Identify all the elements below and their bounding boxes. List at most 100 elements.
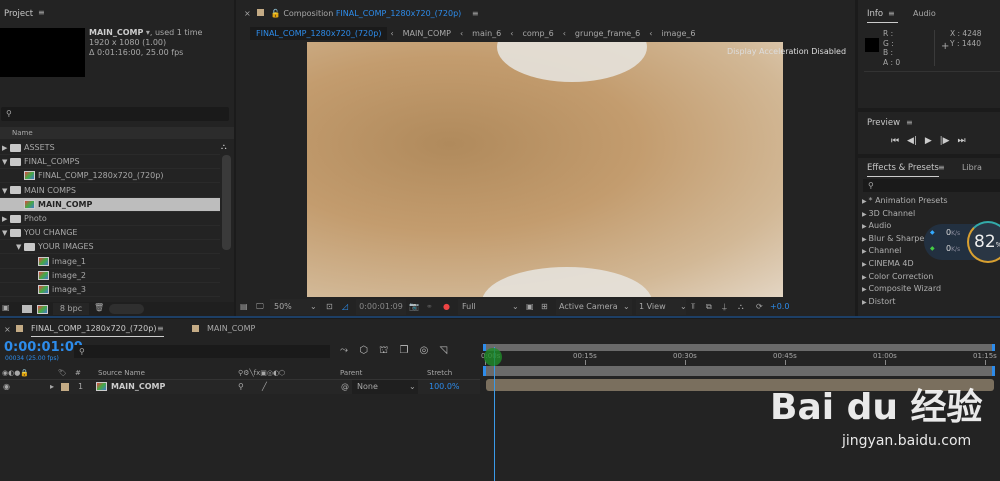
quality-switch[interactable]: ╱ bbox=[262, 380, 267, 394]
effect-category[interactable]: ▶ Blur & Sharpen bbox=[862, 233, 929, 246]
layer-row[interactable]: ◉ ▸ 1 MAIN_COMP ⚲ ╱ @ None ⌄ 100.0% bbox=[0, 380, 480, 394]
flowchart-icon[interactable]: ⛬ bbox=[738, 299, 744, 315]
pickwhip-icon[interactable]: @ bbox=[341, 380, 349, 394]
camera-select[interactable]: Active Camera bbox=[556, 299, 632, 315]
shy-icon[interactable]: ⛫ bbox=[379, 345, 388, 356]
item-label: image_1 bbox=[52, 256, 87, 266]
motion-blur-icon[interactable]: ◎ bbox=[420, 345, 429, 356]
playhead[interactable] bbox=[494, 347, 495, 481]
project-item[interactable]: ▼ MAIN COMPS bbox=[0, 184, 220, 198]
region-icon[interactable]: ⊡ bbox=[326, 299, 333, 315]
project-item[interactable]: image_3 bbox=[0, 283, 220, 297]
channel-icon[interactable]: ● bbox=[443, 299, 450, 315]
effect-category[interactable]: ▶ 3D Channel bbox=[862, 208, 915, 221]
tab-audio[interactable]: Audio bbox=[913, 9, 936, 18]
reset-exposure-icon[interactable]: ⟳ bbox=[756, 299, 763, 315]
tab-main-comp[interactable]: MAIN_COMP bbox=[207, 324, 255, 333]
collapse-switch[interactable]: ⚲ bbox=[238, 380, 244, 394]
effect-category[interactable]: ▶ Channel bbox=[862, 245, 901, 258]
breadcrumb-item[interactable]: main_6 bbox=[466, 27, 507, 40]
close-icon[interactable]: × bbox=[244, 9, 251, 18]
menu-icon[interactable]: ≡ bbox=[938, 163, 945, 172]
monitor-icon[interactable]: 🖵 bbox=[256, 299, 264, 315]
project-item[interactable]: ▼ YOUR IMAGES bbox=[0, 240, 220, 255]
breadcrumb-item[interactable]: image_6 bbox=[655, 27, 701, 40]
time-ruler[interactable]: 0:00s00:15s00:30s00:45s01:00s01:15s bbox=[481, 351, 997, 365]
project-item[interactable]: ▶ ASSETS bbox=[0, 141, 220, 155]
menu-icon[interactable]: ≡ bbox=[38, 8, 45, 17]
play-icon[interactable]: ▶ bbox=[925, 136, 932, 146]
breadcrumb-item[interactable]: MAIN_COMP bbox=[397, 27, 457, 40]
fast-preview-icon[interactable]: ⧉ bbox=[706, 299, 712, 315]
transparency-grid-icon[interactable]: ◿ bbox=[342, 299, 348, 315]
graph-editor-icon[interactable]: ◹ bbox=[440, 345, 448, 356]
col-source-name[interactable]: Source Name bbox=[98, 366, 145, 380]
search-input[interactable]: ⚲ bbox=[1, 107, 229, 121]
menu-icon[interactable]: ≡ bbox=[888, 9, 895, 18]
breadcrumb-item[interactable]: grunge_frame_6 bbox=[569, 27, 646, 40]
menu-icon[interactable]: ≡ bbox=[157, 324, 164, 333]
expand-icon[interactable]: ▸ bbox=[50, 380, 54, 394]
work-area-range[interactable] bbox=[483, 366, 995, 376]
visibility-icon[interactable]: ◉ bbox=[3, 380, 10, 394]
new-folder-icon[interactable] bbox=[22, 305, 32, 313]
toggle-pixel-icon[interactable]: ⫪ bbox=[691, 299, 696, 315]
prev-frame-icon[interactable]: ◀| bbox=[907, 136, 917, 146]
bpc-button[interactable]: 8 bpc bbox=[53, 303, 89, 315]
col-name[interactable]: Name bbox=[0, 127, 234, 139]
breadcrumb-item[interactable]: FINAL_COMP_1280x720_(720p) bbox=[250, 27, 388, 40]
project-item[interactable]: ▼ YOU CHANGE bbox=[0, 226, 220, 241]
new-comp-icon[interactable] bbox=[37, 305, 48, 314]
effects-search[interactable]: ⚲ bbox=[863, 179, 1000, 192]
tab-final-comp[interactable]: FINAL_COMP_1280x720_(720p) bbox=[31, 324, 164, 337]
scroll-pill[interactable] bbox=[109, 304, 144, 314]
lock-icon[interactable]: 🔓 bbox=[271, 9, 281, 18]
draft-3d-icon[interactable]: ⬡ bbox=[359, 345, 368, 356]
effect-category[interactable]: ▶ Distort bbox=[862, 296, 896, 309]
frame-blend-icon[interactable]: ❐ bbox=[400, 345, 409, 356]
layer-search[interactable]: ⚲ bbox=[74, 345, 330, 358]
project-item[interactable]: image_1 bbox=[0, 255, 220, 269]
project-item[interactable]: MAIN_COMP bbox=[0, 197, 220, 212]
snapshot-icon[interactable]: 📷 bbox=[409, 299, 419, 315]
next-frame-icon[interactable]: |▶ bbox=[940, 136, 950, 146]
current-time[interactable]: 0:00:01:09 bbox=[4, 340, 83, 355]
show-snapshot-icon[interactable]: ⚭ bbox=[426, 299, 433, 315]
col-parent[interactable]: Parent bbox=[340, 366, 362, 380]
tab-libraries[interactable]: Libra bbox=[962, 163, 982, 172]
effect-category[interactable]: ▶ Color Correction bbox=[862, 271, 933, 284]
breadcrumb-item[interactable]: comp_6 bbox=[516, 27, 559, 40]
col-stretch[interactable]: Stretch bbox=[427, 366, 452, 380]
timeline-icon[interactable]: ⍊ bbox=[722, 299, 727, 315]
effect-category[interactable]: ▶ Audio bbox=[862, 220, 891, 233]
work-area-bar[interactable] bbox=[483, 344, 995, 351]
menu-icon[interactable]: ≡ bbox=[906, 118, 913, 127]
project-item[interactable]: ▶ Photo bbox=[0, 212, 220, 226]
comp-flowchart-icon[interactable]: ⤳ bbox=[340, 345, 348, 356]
grid-icon[interactable]: ⊞ bbox=[541, 299, 548, 315]
exposure-value[interactable]: +0.0 bbox=[770, 299, 789, 315]
effect-category[interactable]: ▶ CINEMA 4D bbox=[862, 258, 914, 271]
menu-icon[interactable]: ≡ bbox=[472, 9, 479, 18]
scrollbar[interactable] bbox=[222, 155, 231, 250]
stretch-value[interactable]: 100.0% bbox=[429, 380, 460, 394]
layer-name[interactable]: MAIN_COMP bbox=[111, 380, 165, 394]
first-frame-icon[interactable]: ⏮ bbox=[891, 136, 899, 146]
effect-category[interactable]: ▶ Composite Wizard bbox=[862, 283, 941, 296]
interpret-icon[interactable]: ▣ bbox=[2, 303, 10, 312]
project-title: Project bbox=[4, 9, 34, 19]
effect-category[interactable]: ▶ * Animation Presets bbox=[862, 195, 948, 208]
roi-icon[interactable]: ▣ bbox=[526, 299, 534, 315]
flowchart-icon[interactable]: ⛬ bbox=[221, 142, 227, 152]
resolution-select[interactable]: Full bbox=[458, 299, 520, 315]
project-item[interactable]: ▼ FINAL_COMPS bbox=[0, 155, 220, 170]
always-preview-icon[interactable]: ▤ bbox=[240, 299, 248, 315]
project-item[interactable]: image_2 bbox=[0, 269, 220, 283]
project-item[interactable]: FINAL_COMP_1280x720_(720p) bbox=[0, 169, 220, 184]
tab-effects[interactable]: Effects & Presets bbox=[867, 163, 939, 177]
trash-icon[interactable]: 🗑 bbox=[94, 303, 104, 312]
last-frame-icon[interactable]: ⏭ bbox=[957, 136, 965, 146]
close-icon[interactable]: × bbox=[4, 325, 11, 334]
views-select[interactable]: 1 View bbox=[636, 299, 686, 315]
timecode-field[interactable]: 0:00:01:09 bbox=[356, 299, 406, 315]
